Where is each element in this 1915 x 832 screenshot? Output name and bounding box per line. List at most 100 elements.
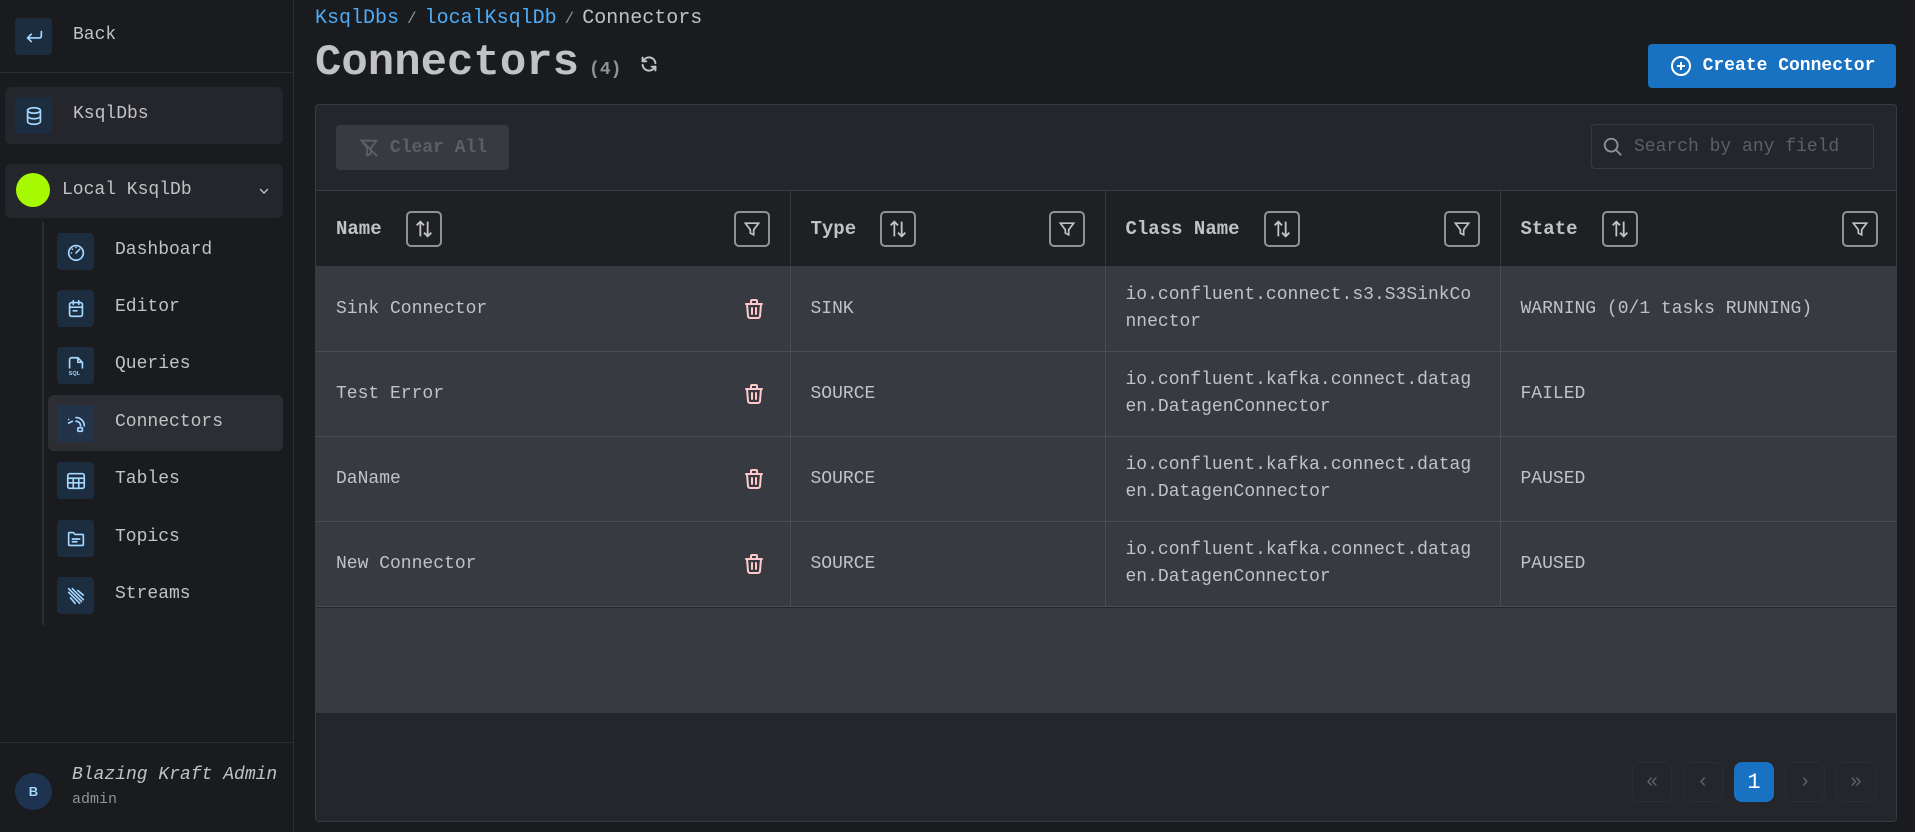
delete-trash-icon[interactable] xyxy=(742,552,766,576)
sidebar-item-tables[interactable]: Tables xyxy=(48,452,283,508)
filter-button[interactable] xyxy=(733,211,770,247)
db-status-dot xyxy=(16,173,50,207)
create-connector-label: Create Connector xyxy=(1702,56,1876,76)
table-row[interactable]: Sink Connector SINK io.confluent.connect.s… xyxy=(316,266,1896,352)
column-header-state: State xyxy=(1500,190,1896,267)
cell-type-text: SOURCE xyxy=(810,553,876,574)
cell-type-text: SINK xyxy=(810,298,854,319)
cell-name: New Connector xyxy=(316,521,791,607)
cell-class-name-text: io.confluent.kafka.connect.datagen.Datag… xyxy=(1125,370,1472,417)
table-row[interactable]: DaName SOURCE io.confluent.kafka.connect.d… xyxy=(316,436,1896,522)
sidebar-item-label: Dashboard xyxy=(115,240,213,260)
cell-type: SINK xyxy=(790,266,1106,352)
table-header-row: Name Type Class Name State xyxy=(316,190,1896,267)
back-button[interactable]: Back xyxy=(0,0,293,73)
folder-icon xyxy=(57,520,94,557)
cell-name-text: DaName xyxy=(336,468,401,489)
sidebar: Back KsqlDbs Local KsqlDb Dashboard Edit… xyxy=(0,0,294,832)
column-header-class-name: Class Name xyxy=(1105,190,1501,267)
search-input[interactable] xyxy=(1634,136,1864,157)
sort-arrows-icon xyxy=(415,219,432,238)
column-label: Name xyxy=(336,217,382,240)
connectors-table: Name Type Class Name State Sink Connecto… xyxy=(316,190,1896,607)
first-page-button[interactable]: « xyxy=(1632,762,1672,802)
filter-icon xyxy=(1851,222,1869,237)
breadcrumb-separator: / xyxy=(407,9,417,28)
delete-trash-icon[interactable] xyxy=(742,467,766,491)
current-db-selector[interactable]: Local KsqlDb xyxy=(5,164,283,218)
sidebar-item-label: Editor xyxy=(115,297,180,317)
cell-name-text: Sink Connector xyxy=(336,298,488,319)
sort-button[interactable] xyxy=(1263,210,1300,247)
clear-all-label: Clear All xyxy=(389,137,488,158)
sort-button[interactable] xyxy=(880,210,917,247)
refresh-icon[interactable] xyxy=(638,53,660,75)
sidebar-item-connectors[interactable]: Connectors xyxy=(48,395,283,451)
ksqldbs-label: KsqlDbs xyxy=(73,104,149,124)
filter-button[interactable] xyxy=(1048,211,1085,247)
breadcrumb-ksqldbs[interactable]: KsqlDbs xyxy=(315,7,399,30)
cell-type: SOURCE xyxy=(790,521,1106,607)
last-page-button[interactable]: » xyxy=(1836,762,1876,802)
prev-page-button[interactable]: ‹ xyxy=(1683,762,1723,802)
cell-state-text: FAILED xyxy=(1520,383,1586,404)
table-bottom-divider xyxy=(316,711,1896,713)
filter-button[interactable] xyxy=(1842,211,1878,247)
filter-button[interactable] xyxy=(1443,211,1480,247)
sort-button[interactable] xyxy=(405,210,442,247)
page-button-current[interactable]: 1 xyxy=(1734,762,1774,802)
sidebar-item-label: Topics xyxy=(115,527,180,547)
table-row[interactable]: Test Error SOURCE io.confluent.kafka.conne… xyxy=(316,351,1896,437)
column-label: Type xyxy=(810,217,857,240)
filter-off-icon xyxy=(359,138,379,157)
sort-arrows-icon xyxy=(890,219,907,238)
sidebar-item-label: Tables xyxy=(115,469,180,489)
sidebar-item-editor[interactable]: Editor xyxy=(48,280,283,336)
sort-button[interactable] xyxy=(1601,210,1638,247)
sidebar-item-topics[interactable]: Topics xyxy=(48,510,283,566)
clear-all-button[interactable]: Clear All xyxy=(336,125,509,170)
cell-class-name: io.confluent.connect.s3.S3SinkConnector xyxy=(1105,266,1501,352)
breadcrumb-separator: / xyxy=(564,9,575,28)
pagination: « ‹ 1 › » xyxy=(1632,762,1876,802)
cell-name-text: Test Error xyxy=(336,383,445,404)
current-db-label: Local KsqlDb xyxy=(62,180,192,200)
page-title: Connectors xyxy=(315,38,580,88)
cell-state-text: PAUSED xyxy=(1520,468,1586,489)
tree-line xyxy=(42,222,44,625)
cell-name: Sink Connector xyxy=(316,266,791,352)
delete-trash-icon[interactable] xyxy=(742,297,766,321)
delete-trash-icon[interactable] xyxy=(742,382,766,406)
filter-icon xyxy=(1058,222,1075,237)
cell-class-name: io.confluent.kafka.connect.datagen.Datag… xyxy=(1105,436,1501,522)
search-field[interactable] xyxy=(1591,124,1874,169)
table-icon xyxy=(57,462,94,499)
cell-state-text: PAUSED xyxy=(1520,553,1586,574)
create-connector-button[interactable]: Create Connector xyxy=(1648,44,1896,88)
dashboard-gauge-icon xyxy=(57,233,94,270)
filter-icon xyxy=(743,222,760,237)
sidebar-item-streams[interactable]: Streams xyxy=(48,567,283,623)
sidebar-item-ksqldbs[interactable]: KsqlDbs xyxy=(5,87,283,144)
cell-type-text: SOURCE xyxy=(810,468,876,489)
filter-icon xyxy=(1453,222,1470,237)
user-profile[interactable]: B Blazing Kraft Admin admin xyxy=(0,742,293,832)
breadcrumb-localksqldb[interactable]: localKsqlDb xyxy=(425,7,557,30)
back-arrow-icon xyxy=(15,18,52,55)
sidebar-item-queries[interactable]: SQL Queries xyxy=(48,337,283,393)
cell-state-text: WARNING (0/1 tasks RUNNING) xyxy=(1520,298,1813,319)
cell-type: SOURCE xyxy=(790,436,1106,522)
svg-text:SQL: SQL xyxy=(68,371,80,377)
cell-class-name-text: io.confluent.connect.s3.S3SinkConnector xyxy=(1125,285,1472,332)
cell-state: FAILED xyxy=(1500,351,1896,437)
cell-name: DaName xyxy=(316,436,791,522)
next-page-button[interactable]: › xyxy=(1785,762,1825,802)
table-row[interactable]: New Connector SOURCE io.confluent.kafka.co… xyxy=(316,521,1896,607)
sidebar-item-dashboard[interactable]: Dashboard xyxy=(48,223,283,279)
cell-type-text: SOURCE xyxy=(810,383,876,404)
sort-arrows-icon xyxy=(1273,219,1290,238)
column-label: Class Name xyxy=(1125,217,1240,240)
avatar: B xyxy=(15,773,52,810)
calendar-editor-icon xyxy=(57,290,94,327)
cell-class-name: io.confluent.kafka.connect.datagen.Datag… xyxy=(1105,351,1501,437)
